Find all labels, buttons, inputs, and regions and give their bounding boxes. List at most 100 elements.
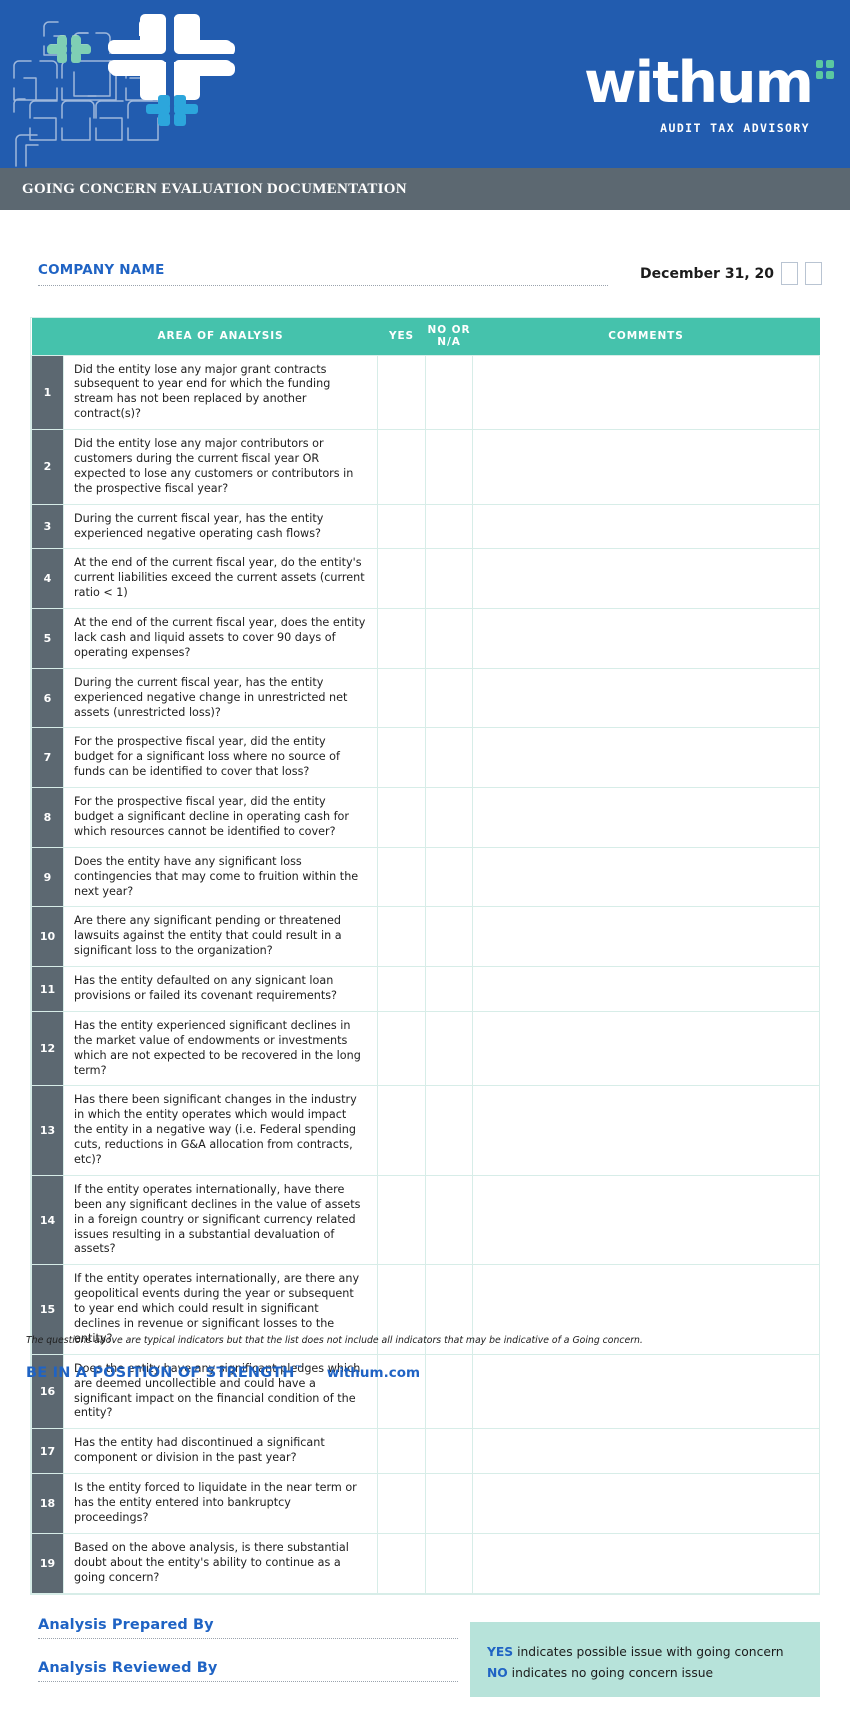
analysis-prepared-by-field[interactable]: Analysis Prepared By — [38, 1617, 458, 1639]
yes-answer-cell[interactable] — [377, 608, 426, 669]
analysis-prepared-by-input-rule[interactable] — [38, 1637, 458, 1639]
row-number-cell: 13 — [31, 1085, 64, 1176]
question-cell: Did the entity lose any major grant cont… — [63, 354, 378, 431]
analysis-prepared-by-label: Analysis Prepared By — [38, 1616, 214, 1633]
no-or-na-answer-cell[interactable] — [425, 548, 473, 610]
yes-answer-cell[interactable] — [377, 667, 426, 729]
comments-cell[interactable] — [472, 1174, 820, 1266]
yes-answer-cell[interactable] — [377, 906, 426, 968]
comments-cell[interactable] — [472, 966, 820, 1012]
no-or-na-answer-cell[interactable] — [425, 429, 473, 505]
table-row: 4 At the end of the current fiscal year, … — [31, 548, 820, 610]
row-number-cell: 12 — [31, 1010, 64, 1087]
no-or-na-answer-cell[interactable] — [425, 906, 473, 968]
yes-answer-cell[interactable] — [377, 966, 426, 1012]
table-row: 2 Did the entity lose any major contribut… — [31, 429, 820, 505]
row-number-cell: 1 — [31, 354, 64, 431]
yes-answer-cell[interactable] — [377, 1085, 426, 1176]
company-name-label: COMPANY NAME — [38, 262, 165, 278]
comments-cell[interactable] — [472, 727, 820, 789]
comments-cell[interactable] — [472, 667, 820, 729]
row-number-cell: 19 — [31, 1532, 64, 1594]
question-cell: Did the entity lose any major contributo… — [63, 429, 378, 505]
page-title: GOING CONCERN EVALUATION DOCUMENTATION — [22, 180, 407, 197]
no-or-na-answer-cell[interactable] — [425, 1532, 473, 1594]
comments-cell[interactable] — [472, 787, 820, 848]
year-digit-box-2[interactable] — [805, 262, 822, 285]
no-or-na-answer-cell[interactable] — [425, 1085, 473, 1176]
no-or-na-answer-cell[interactable] — [425, 966, 473, 1012]
table-row: 12 Has the entity experienced significant… — [31, 1010, 820, 1087]
company-name-input-rule[interactable] — [38, 285, 608, 286]
no-or-na-answer-cell[interactable] — [425, 503, 473, 550]
row-number-cell: 10 — [31, 906, 64, 968]
year-digit-box-1[interactable] — [781, 262, 798, 285]
comments-cell[interactable] — [472, 354, 820, 431]
comments-cell[interactable] — [472, 503, 820, 550]
withum-logo: withum AUDIT TAX ADVISORY — [584, 50, 834, 135]
table-row: 19 Based on the above analysis, is there … — [31, 1532, 820, 1594]
analysis-reviewed-by-input-rule[interactable] — [38, 1680, 458, 1682]
question-cell: Has the entity defaulted on any signican… — [63, 966, 378, 1012]
no-or-na-answer-cell[interactable] — [425, 1353, 473, 1430]
row-number-cell: 2 — [31, 429, 64, 505]
no-or-na-answer-cell[interactable] — [425, 1010, 473, 1087]
analysis-reviewed-by-field[interactable]: Analysis Reviewed By — [38, 1660, 458, 1682]
period-end-date-field: December 31, 20 — [640, 262, 822, 285]
row-number-cell: 4 — [31, 548, 64, 610]
legend-line-yes: YES indicates possible issue with going … — [487, 1642, 820, 1663]
yes-answer-cell[interactable] — [377, 1428, 426, 1475]
yes-answer-cell[interactable] — [377, 354, 426, 431]
question-cell: Has the entity experienced significant d… — [63, 1010, 378, 1087]
no-or-na-answer-cell[interactable] — [425, 608, 473, 669]
yes-answer-cell[interactable] — [377, 727, 426, 789]
comments-cell[interactable] — [472, 1473, 820, 1534]
row-number-cell: 18 — [31, 1473, 64, 1534]
footer-row: BE IN A POSITION OF STRENGTH™ withum.com — [26, 1364, 420, 1381]
comments-cell[interactable] — [472, 548, 820, 610]
no-or-na-answer-cell[interactable] — [425, 1428, 473, 1475]
row-number-cell: 9 — [31, 846, 64, 908]
no-or-na-answer-cell[interactable] — [425, 667, 473, 729]
trademark-mark: ™ — [294, 1364, 303, 1373]
yes-answer-cell[interactable] — [377, 1010, 426, 1087]
row-number-cell: 5 — [31, 608, 64, 669]
no-or-na-answer-cell[interactable] — [425, 846, 473, 908]
comments-cell[interactable] — [472, 1428, 820, 1475]
no-or-na-answer-cell[interactable] — [425, 727, 473, 789]
comments-cell[interactable] — [472, 608, 820, 669]
yes-answer-cell[interactable] — [377, 1532, 426, 1594]
comments-cell[interactable] — [472, 1532, 820, 1594]
no-or-na-answer-cell[interactable] — [425, 354, 473, 431]
logo-wordmark: withum — [584, 50, 814, 116]
question-cell: Are there any significant pending or thr… — [63, 906, 378, 968]
column-header-area-of-analysis: AREA OF ANALYSIS — [63, 318, 378, 355]
yes-answer-cell[interactable] — [377, 429, 426, 505]
yes-answer-cell[interactable] — [377, 787, 426, 848]
comments-cell[interactable] — [472, 429, 820, 505]
legend-text-no: indicates no going concern issue — [507, 1665, 714, 1680]
website-link[interactable]: withum.com — [327, 1365, 420, 1381]
comments-cell[interactable] — [472, 1085, 820, 1176]
row-number-cell: 3 — [31, 503, 64, 550]
document-title-bar: GOING CONCERN EVALUATION DOCUMENTATION — [0, 168, 850, 210]
no-or-na-answer-cell[interactable] — [425, 1174, 473, 1266]
table-row: 8 For the prospective fiscal year, did th… — [31, 787, 820, 848]
comments-cell[interactable] — [472, 1010, 820, 1087]
no-or-na-answer-cell[interactable] — [425, 1473, 473, 1534]
comments-cell[interactable] — [472, 906, 820, 968]
question-cell: Is the entity forced to liquidate in the… — [63, 1473, 378, 1534]
company-name-field[interactable]: COMPANY NAME — [38, 262, 608, 286]
comments-cell[interactable] — [472, 1353, 820, 1430]
yes-answer-cell[interactable] — [377, 1473, 426, 1534]
yes-answer-cell[interactable] — [377, 548, 426, 610]
yes-answer-cell[interactable] — [377, 846, 426, 908]
no-or-na-answer-cell[interactable] — [425, 787, 473, 848]
yes-answer-cell[interactable] — [377, 1174, 426, 1266]
comments-cell[interactable] — [472, 846, 820, 908]
table-row: 1 Did the entity lose any major grant con… — [31, 354, 820, 431]
legend-key-no: NO — [487, 1665, 508, 1680]
logo-services-tagline: AUDIT TAX ADVISORY — [660, 121, 810, 135]
table-row: 7 For the prospective fiscal year, did th… — [31, 727, 820, 789]
yes-answer-cell[interactable] — [377, 503, 426, 550]
